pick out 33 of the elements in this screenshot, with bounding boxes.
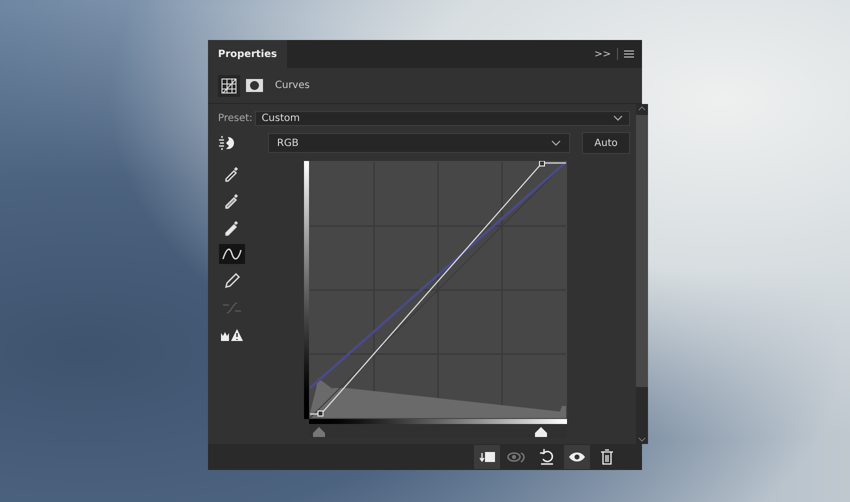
curves-adjustment-button[interactable] bbox=[218, 74, 240, 96]
trash-icon bbox=[600, 449, 614, 465]
eyedropper-icon bbox=[223, 218, 241, 236]
input-slider-thumb[interactable] bbox=[313, 427, 326, 437]
reset-icon bbox=[539, 449, 555, 465]
scroll-up-icon[interactable] bbox=[638, 106, 646, 111]
eyedropper-icon bbox=[223, 191, 241, 209]
collapse-button[interactable]: >> bbox=[594, 46, 611, 62]
smooth-curve-icon bbox=[222, 301, 242, 315]
eye-icon bbox=[568, 451, 586, 463]
chevron-down-icon bbox=[613, 115, 623, 121]
preset-label: Preset: bbox=[218, 112, 253, 126]
adjustment-label: Curves bbox=[275, 79, 310, 93]
chevron-down-icon bbox=[551, 140, 561, 146]
mask-button[interactable] bbox=[246, 79, 263, 92]
input-slider-thumb[interactable] bbox=[535, 427, 548, 437]
menu-icon[interactable] bbox=[624, 50, 634, 58]
curve-icon bbox=[222, 247, 242, 261]
mask-icon bbox=[250, 81, 259, 90]
curves-grid-icon bbox=[221, 78, 237, 94]
tool-button[interactable] bbox=[219, 244, 245, 264]
channel-dropdown[interactable]: RGB bbox=[268, 133, 570, 153]
scrollbar-thumb[interactable] bbox=[636, 115, 648, 387]
footer-button[interactable] bbox=[564, 445, 590, 469]
clipping-warning-icon bbox=[220, 328, 244, 342]
scroll-down-icon[interactable] bbox=[638, 437, 646, 442]
preset-dropdown[interactable]: Custom bbox=[254, 110, 630, 126]
footer-button[interactable] bbox=[474, 445, 500, 469]
clip-to-layer-icon bbox=[478, 450, 496, 464]
auto-button[interactable]: Auto bbox=[582, 132, 630, 154]
eyedropper-icon bbox=[223, 164, 241, 182]
panel-tab[interactable]: Properties bbox=[208, 40, 287, 68]
pencil-icon bbox=[223, 272, 241, 290]
